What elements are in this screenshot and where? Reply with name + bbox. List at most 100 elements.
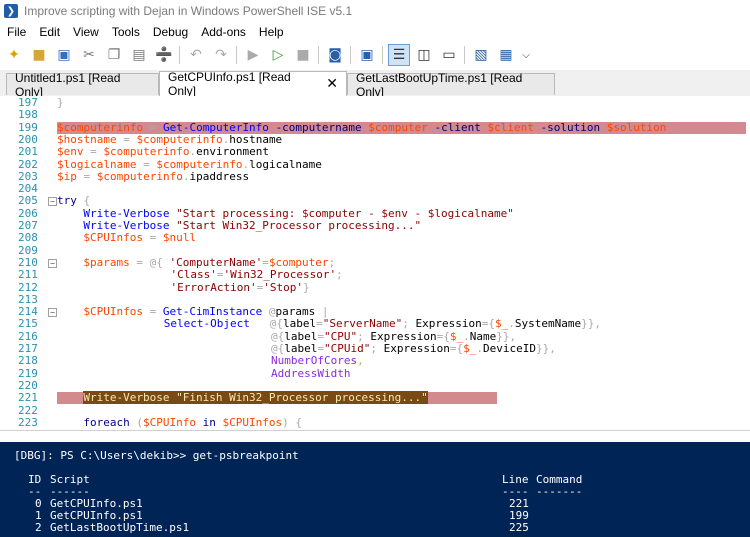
code-text: $CPUInfos = Get-CimInstance @params |	[83, 305, 329, 319]
code-line[interactable]: 216 @{label="CPU"; Expression={$_.Name}},	[0, 330, 750, 343]
code-text: Write-Verbose "Start Win32_Processor pro…	[83, 219, 422, 232]
title-bar: ❯ Improve scripting with Dejan in Window…	[0, 0, 750, 22]
code-line[interactable]: 202 $logicalname = $computerinfo.logicaln…	[0, 157, 750, 171]
window-title: Improve scripting with Dejan in Windows …	[24, 4, 353, 18]
code-text: $env = $computerinfo.environment	[57, 145, 269, 159]
layout-top-icon[interactable]: ☰	[388, 44, 410, 66]
line-number: 209	[18, 243, 38, 257]
row-id: 2	[35, 521, 42, 534]
redo-icon[interactable]: ↷	[210, 44, 232, 66]
code-line[interactable]: 209	[0, 243, 750, 257]
commands-addon-icon[interactable]: ▦	[495, 44, 517, 66]
toolbar-separator	[464, 46, 465, 64]
copy-icon[interactable]: ❐	[103, 44, 125, 66]
line-number: 221	[18, 391, 38, 405]
menu-file[interactable]: File	[7, 25, 26, 39]
powershell-console-icon[interactable]: ▣	[356, 44, 378, 66]
powershell-icon: ❯	[4, 4, 18, 18]
code-text: foreach ($CPUInfo in $CPUInfos) {	[83, 415, 302, 429]
paste-icon[interactable]: ▤	[128, 44, 150, 66]
code-text: $params = @{ 'ComputerName'=$computer;	[83, 255, 336, 269]
code-line[interactable]: 220	[0, 379, 750, 392]
run-selection-icon[interactable]: ▷	[267, 44, 289, 66]
tab-getlastbootuptime[interactable]: GetLastBootUpTime.ps1 [Read Only]	[347, 71, 555, 99]
layout-max-icon[interactable]: ▭	[438, 44, 460, 66]
line-number: 210	[18, 255, 38, 269]
clear-console-icon[interactable]: ➗	[153, 44, 175, 66]
code-line[interactable]: 199 $computerinfo = Get-ComputerInfo -com…	[0, 121, 750, 134]
tab-untitled1[interactable]: Untitled1.ps1 [Read Only]	[6, 71, 159, 99]
undo-icon[interactable]: ↶	[185, 44, 207, 66]
run-icon[interactable]: ▶	[242, 44, 264, 66]
code-line[interactable]: 212 'ErrorAction'='Stop'}	[0, 280, 750, 294]
line-number: 197	[18, 96, 38, 109]
toolbar-separator	[350, 46, 351, 64]
cut-icon[interactable]: ✂	[78, 44, 100, 66]
menu-help[interactable]: Help	[259, 25, 284, 39]
code-text: $CPUInfos = $null	[83, 231, 196, 245]
close-icon[interactable]: ✕	[326, 76, 338, 92]
tab-label: GetCPUInfo.ps1 [Read Only]	[168, 70, 291, 98]
menu-tools[interactable]: Tools	[112, 25, 140, 39]
code-line[interactable]: 214− $CPUInfos = Get-CimInstance @params …	[0, 306, 750, 318]
code-line[interactable]: 201 $env = $computerinfo.environment	[0, 146, 750, 158]
code-line[interactable]: 197}	[0, 97, 750, 109]
code-text: 'ErrorAction'='Stop'}	[170, 280, 310, 294]
menu-debug[interactable]: Debug	[153, 25, 188, 39]
code-line[interactable]: 223 foreach ($CPUInfo in $CPUInfos) {	[0, 415, 750, 429]
menu-view[interactable]: View	[73, 25, 99, 39]
code-line[interactable]: 203 $ip = $computerinfo.ipaddress	[0, 170, 750, 183]
open-folder-icon[interactable]: ■	[28, 44, 50, 66]
code-line[interactable]: 204	[0, 183, 750, 195]
code-line[interactable]: 221 Write-Verbose "Finish Win32_Processor…	[0, 391, 750, 405]
fold-toggle-icon[interactable]: −	[48, 258, 57, 268]
menu-edit[interactable]: Edit	[39, 25, 60, 39]
code-line[interactable]: 206 Write-Verbose "Start processing: $com…	[0, 206, 750, 220]
code-line[interactable]: 210− $params = @{ 'ComputerName'=$compute…	[0, 255, 750, 269]
line-number: 201	[18, 145, 38, 159]
new-file-icon[interactable]: ✦	[3, 44, 25, 66]
tab-label: Untitled1.ps1 [Read Only]	[15, 70, 121, 99]
line-number: 204	[18, 182, 38, 196]
script-editor[interactable]: 197} 198 199 $computerinfo = Get-ComputerIn…	[0, 96, 750, 430]
tab-getcpuinfo[interactable]: GetCPUInfo.ps1 [Read Only] ✕	[159, 70, 347, 98]
fold-toggle-icon[interactable]: −	[48, 308, 57, 318]
code-line[interactable]: 211 'Class'='Win32_Processor';	[0, 269, 750, 281]
layout-right-icon[interactable]: ◫	[413, 44, 435, 66]
line-number: 217	[18, 342, 38, 355]
code-line[interactable]: 200 $hostname = $computerinfo.hostname	[0, 133, 750, 146]
code-line[interactable]: 207 Write-Verbose "Start Win32_Processor …	[0, 220, 750, 232]
tab-label: GetLastBootUpTime.ps1 [Read Only]	[356, 70, 523, 99]
menu-addons[interactable]: Add-ons	[201, 25, 246, 39]
line-number: 207	[18, 219, 38, 232]
code-line[interactable]: 213	[0, 293, 750, 306]
remote-tab-icon[interactable]: ◙	[324, 44, 346, 66]
line-number: 212	[18, 280, 38, 294]
toolbar-overflow-icon[interactable]: ⌵	[520, 44, 532, 66]
stop-icon[interactable]: ■	[292, 44, 314, 66]
line-number: 215	[18, 317, 38, 331]
toolbar-separator	[236, 46, 237, 64]
code-line[interactable]: 215 Select-Object @{label="ServerName"; E…	[0, 318, 750, 330]
line-number: 223	[18, 415, 38, 429]
toolbar-separator	[382, 46, 383, 64]
code-text: Write-Verbose "Finish Win32_Processor pr…	[83, 391, 428, 405]
code-line[interactable]: 217 @{label="CPUid"; Expression={$_.Devic…	[0, 343, 750, 355]
code-line[interactable]: 218 NumberOfCores,	[0, 355, 750, 367]
code-text: NumberOfCores,	[271, 354, 364, 368]
line-number: 198	[18, 108, 38, 122]
line-number: 202	[18, 157, 38, 171]
code-line[interactable]: 205− try {	[0, 195, 750, 207]
code-line[interactable]: 219 AddressWidth	[0, 366, 750, 380]
code-text: Write-Verbose "Start processing: $comput…	[83, 206, 514, 220]
code-text: }	[57, 96, 64, 109]
show-commands-icon[interactable]: ▧	[470, 44, 492, 66]
code-line[interactable]: 222	[0, 404, 750, 417]
code-line[interactable]: 198	[0, 109, 750, 121]
code-text: @{label="CPUid"; Expression={$_.DeviceID…	[271, 342, 556, 355]
fold-toggle-icon[interactable]: −	[48, 197, 57, 207]
save-icon[interactable]: ▣	[53, 44, 75, 66]
console-pane[interactable]: [DBG]: PS C:\Users\dekib>> get-psbreakpo…	[0, 442, 750, 537]
line-number: 219	[18, 366, 38, 380]
code-line[interactable]: 208 $CPUInfos = $null	[0, 232, 750, 244]
